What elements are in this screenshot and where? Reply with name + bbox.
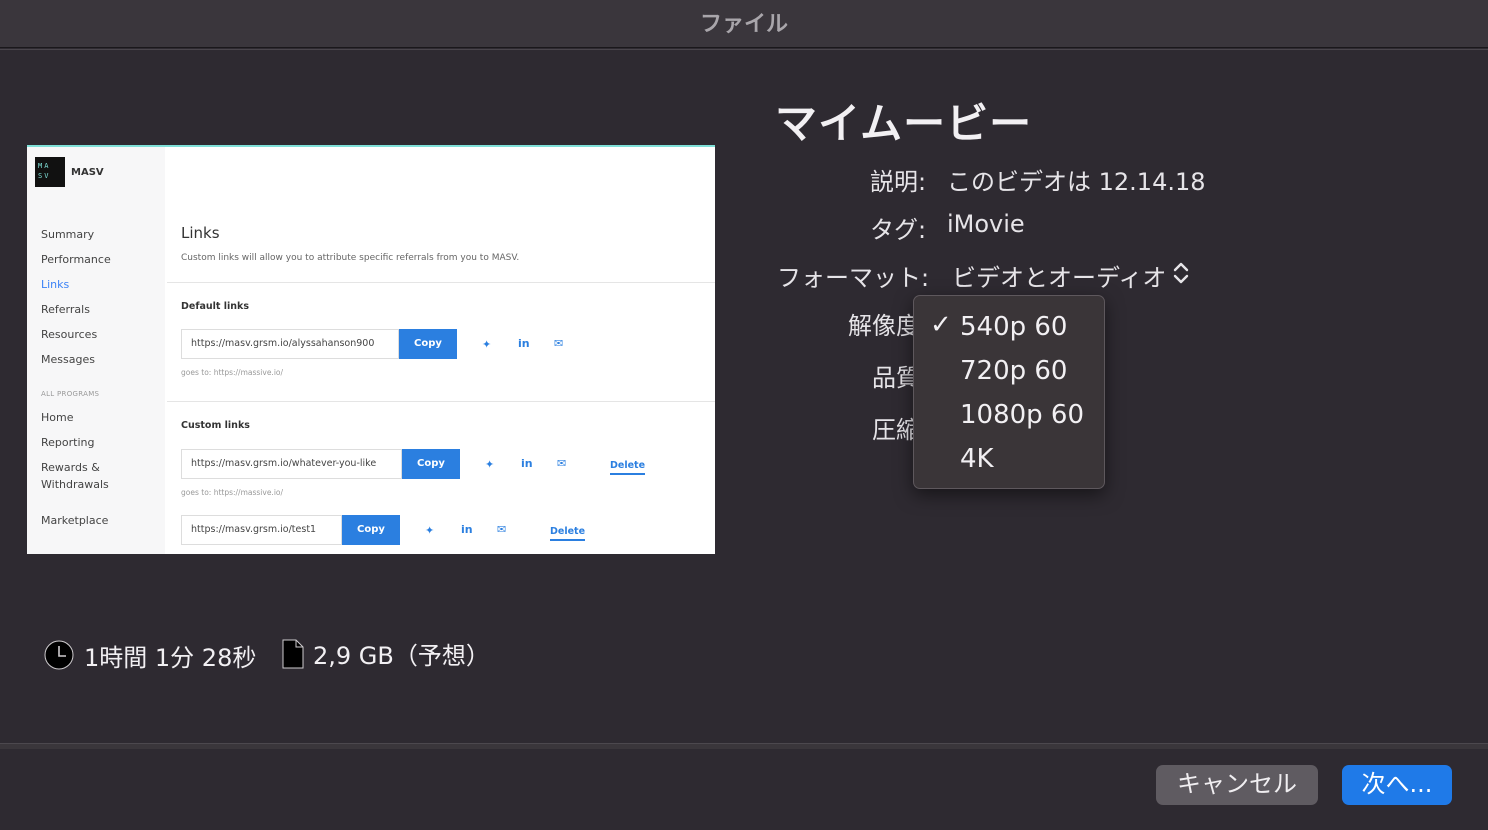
preview-divider [167,282,715,283]
cancel-button[interactable]: キャンセル [1156,765,1318,805]
preview-subtitle: Custom links will allow you to attribute… [181,253,520,263]
format-label: フォーマット: [777,264,930,292]
preview-custom-links-label: Custom links [181,420,250,431]
mail-icon: ✉ [557,457,567,470]
resolution-option-label: 4K [960,444,994,474]
preview-goes-to: goes to: https://massive.io/ [181,368,284,377]
resolution-option-label: 1080p 60 [960,400,1085,430]
linkedin-icon: in [521,457,533,470]
preview-nav-item: Summary [41,228,95,241]
preview-nav-item: Home [41,411,74,424]
movie-title-field[interactable]: マイムービー [775,90,1032,151]
window-title: ファイル [699,12,788,37]
preview-brand: MASV [71,167,104,178]
clock-icon [44,640,74,670]
preview-nav-item: Referrals [41,303,90,316]
preview-link-url: https://masv.grsm.io/alyssahanson900 [181,329,399,359]
resolution-dropdown-menu: ✓ 540p 60 720p 60 1080p 60 4K [913,295,1105,489]
preview-goes-to: goes to: https://massive.io/ [181,488,284,497]
window-titlebar: ファイル [0,0,1488,48]
preview-nav-item: Withdrawals [41,478,109,491]
preview-nav-item: Resources [41,328,98,341]
preview-nav-item: Performance [41,253,111,266]
preview-copy-button: Copy [399,329,457,359]
preview-delete-link: Delete [610,460,646,475]
preview-link-url: https://masv.grsm.io/whatever-you-like [181,449,402,479]
resolution-option-label: 540p 60 [960,312,1068,342]
preview-heading: Links [181,224,220,242]
next-button[interactable]: 次へ... [1342,765,1452,805]
preview-delete-link: Delete [550,526,586,541]
preview-nav-section-label: ALL PROGRAMS [41,390,100,398]
chevron-up-down-icon[interactable] [1170,260,1192,286]
preview-link-url: https://masv.grsm.io/test1 [181,515,342,545]
file-icon [282,639,304,669]
preview-default-links-label: Default links [181,301,249,312]
resolution-option-720p[interactable]: 720p 60 [914,350,1104,394]
linkedin-icon: in [518,337,530,350]
resolution-option-label: 720p 60 [960,356,1068,386]
preview-divider [167,401,715,402]
preview-copy-button: Copy [402,449,460,479]
movie-preview-thumbnail: MA SV MASV Summary Performance Links Ref… [27,145,715,554]
preview-sidebar: MA SV MASV Summary Performance Links Ref… [27,147,165,554]
tags-field[interactable]: iMovie [947,210,1025,238]
preview-nav-item: Rewards & [41,461,100,474]
format-select[interactable]: ビデオとオーディオ [952,258,1166,293]
file-size-text: 2,9 GB（予想） [313,642,490,670]
description-label: 説明: [870,168,927,196]
resolution-label: 解像度 [848,312,920,340]
description-field[interactable]: このビデオは 12.14.18 [947,162,1206,197]
resolution-option-4k[interactable]: 4K [914,438,1104,482]
resolution-option-1080p[interactable]: 1080p 60 [914,394,1104,438]
preview-nav-item: Reporting [41,436,95,449]
resolution-option-540p[interactable]: ✓ 540p 60 [914,306,1104,350]
checkmark-icon: ✓ [930,310,952,340]
tags-label: タグ: [870,216,927,244]
preview-nav-item: Marketplace [41,514,109,527]
masv-logo-icon: MA SV [35,157,65,187]
mail-icon: ✉ [554,337,564,350]
twitter-icon: ✦ [482,338,492,351]
preview-nav-item: Messages [41,353,95,366]
mail-icon: ✉ [497,523,507,536]
preview-copy-button: Copy [342,515,400,545]
twitter-icon: ✦ [425,524,435,537]
twitter-icon: ✦ [485,458,495,471]
preview-nav-item-active: Links [41,278,70,291]
duration-text: 1時間 1分 28秒 [84,644,257,672]
linkedin-icon: in [461,523,473,536]
